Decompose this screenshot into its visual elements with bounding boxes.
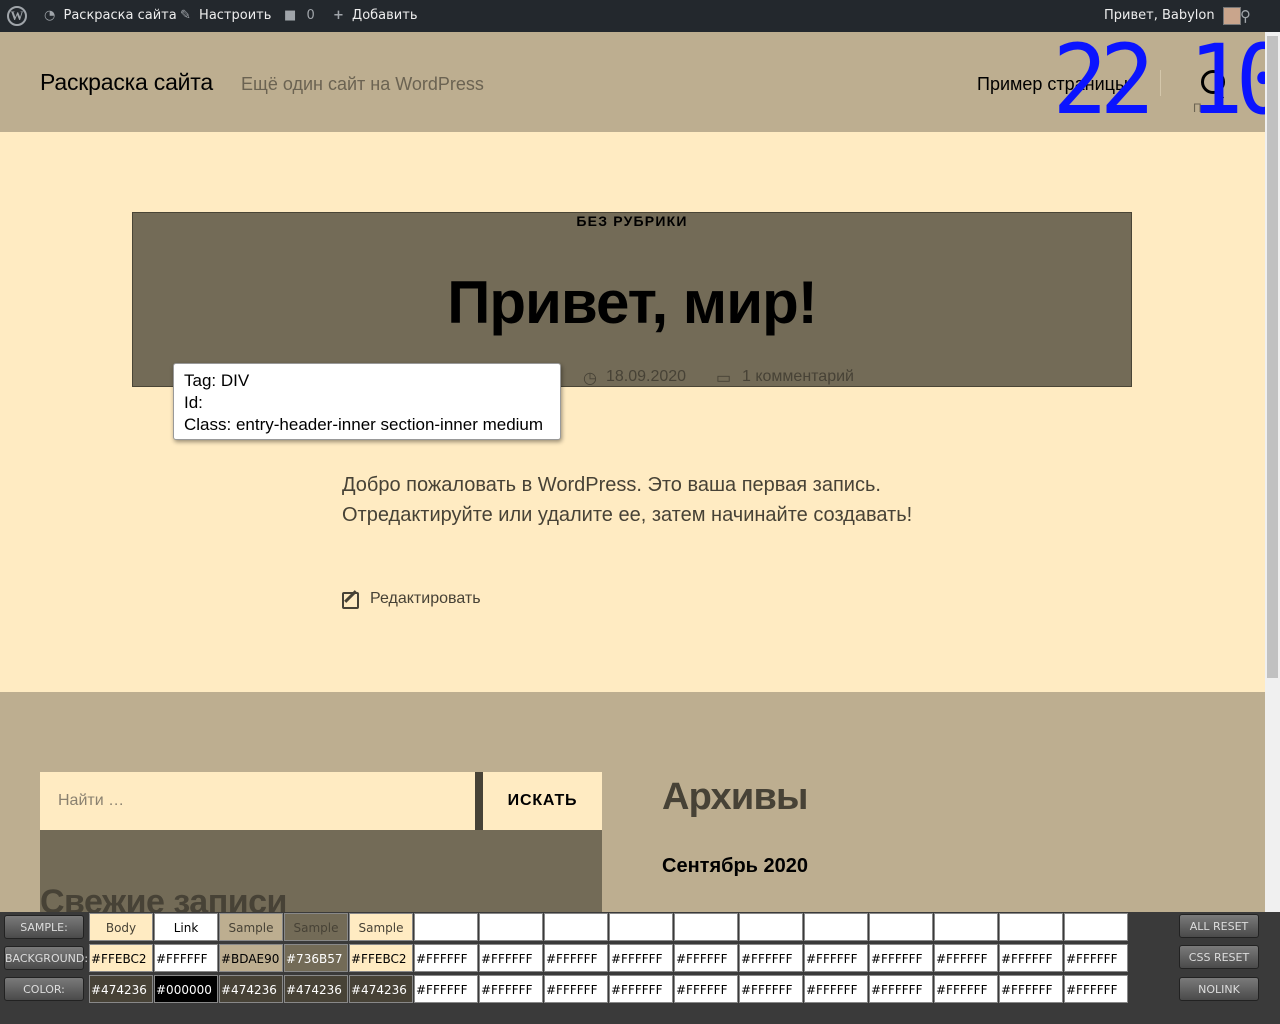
plus-icon: +: [333, 8, 344, 23]
sample-cell[interactable]: Sample: [739, 913, 803, 941]
comment-icon: ▭: [716, 370, 732, 387]
color-panel: SAMPLE: BACKGROUND: COLOR: Body #FFEBC2 #4…: [0, 912, 1280, 1024]
page-scrollbar[interactable]: [1265, 32, 1280, 912]
post-date[interactable]: 18.09.2020: [606, 368, 686, 386]
text-color-input[interactable]: #474236: [219, 975, 283, 1003]
dashboard-icon: ◔: [44, 8, 56, 23]
footer-search-form: Найти … ИСКАТЬ: [40, 772, 602, 830]
element-inspector-tooltip: Tag: DIV Id: Class: entry-header-inner s…: [173, 363, 561, 440]
footer-search-button[interactable]: ИСКАТЬ: [483, 772, 602, 830]
nolink-button[interactable]: NOLINK: [1179, 977, 1259, 1001]
admin-site-name[interactable]: ◔ Раскраска сайта: [44, 0, 177, 32]
css-reset-button[interactable]: CSS RESET: [1179, 945, 1259, 969]
sample-cell[interactable]: Sample: [479, 913, 543, 941]
footer-search-input[interactable]: Найти …: [40, 772, 475, 830]
edit-link-label: Редактировать: [370, 590, 481, 607]
sample-cell[interactable]: Sample: [414, 913, 478, 941]
text-color-input[interactable]: #474236: [89, 975, 153, 1003]
background-color-input[interactable]: #FFFFFF: [739, 944, 803, 972]
archives-title: Архивы: [662, 776, 808, 818]
sample-cell[interactable]: Sample: [219, 913, 283, 941]
admin-add-new[interactable]: + Добавить: [333, 0, 418, 32]
background-color-input[interactable]: #FFFFFF: [999, 944, 1063, 972]
text-color-input[interactable]: #FFFFFF: [869, 975, 933, 1003]
scrollbar-thumb[interactable]: [1267, 36, 1278, 678]
post-title[interactable]: Привет, мир!: [133, 268, 1131, 337]
text-color-input[interactable]: #FFFFFF: [999, 975, 1063, 1003]
all-reset-button[interactable]: ALL RESET: [1179, 914, 1259, 938]
sample-cell[interactable]: Sample: [674, 913, 738, 941]
background-color-input[interactable]: #FFFFFF: [869, 944, 933, 972]
admin-customize[interactable]: ✎ Настроить: [180, 0, 271, 32]
wordpress-logo-icon[interactable]: W: [7, 6, 27, 26]
background-color-input[interactable]: #FFFFFF: [544, 944, 608, 972]
text-color-input[interactable]: #474236: [284, 975, 348, 1003]
text-color-input[interactable]: #FFFFFF: [479, 975, 543, 1003]
entry-header: БЕЗ РУБРИКИ Привет, мир! ◷ 18.09.2020 ▭ …: [132, 212, 1132, 387]
edit-post-link[interactable]: Редактировать: [342, 590, 481, 609]
nav-divider: [1160, 70, 1161, 96]
post-category[interactable]: БЕЗ РУБРИКИ: [133, 213, 1131, 229]
row-label-color[interactable]: COLOR:: [4, 977, 84, 1001]
background-color-input[interactable]: #FFEBC2: [89, 944, 153, 972]
admin-comments[interactable]: ■ 0: [284, 0, 315, 32]
background-color-input[interactable]: #FFFFFF: [154, 944, 218, 972]
background-color-input[interactable]: #FFFFFF: [804, 944, 868, 972]
sample-cell[interactable]: Sample: [999, 913, 1063, 941]
text-color-input[interactable]: #FFFFFF: [804, 975, 868, 1003]
background-color-input[interactable]: #FFFFFF: [934, 944, 998, 972]
text-color-input[interactable]: #FFFFFF: [934, 975, 998, 1003]
text-color-input[interactable]: #FFFFFF: [1064, 975, 1128, 1003]
sample-cell[interactable]: Sample: [284, 913, 348, 941]
sample-cell[interactable]: Sample: [869, 913, 933, 941]
background-color-input[interactable]: #FFFFFF: [674, 944, 738, 972]
post-content: Добро пожаловать в WordPress. Это ваша п…: [342, 474, 913, 526]
sample-cell[interactable]: Sample: [349, 913, 413, 941]
site-header: Раскраска сайта Ещё один сайт на WordPre…: [0, 24, 1280, 136]
background-color-input[interactable]: #BDAE90: [219, 944, 283, 972]
post-comments-link[interactable]: 1 комментарий: [742, 368, 854, 386]
sample-cell[interactable]: Link: [154, 913, 218, 941]
sample-cell[interactable]: Sample: [609, 913, 673, 941]
comment-bubble-icon: ■: [284, 8, 297, 23]
brush-icon: ✎: [180, 8, 191, 23]
search-input-border: [475, 772, 483, 830]
site-title[interactable]: Раскраска сайта: [40, 69, 213, 96]
background-color-input[interactable]: #FFFFFF: [414, 944, 478, 972]
site-description: Ещё один сайт на WordPress: [241, 74, 484, 94]
post-date-icon: ◷: [583, 370, 597, 387]
text-color-input[interactable]: #FFFFFF: [739, 975, 803, 1003]
background-color-input[interactable]: #736B57: [284, 944, 348, 972]
sample-cell[interactable]: Sample: [934, 913, 998, 941]
row-label-sample[interactable]: SAMPLE:: [4, 915, 84, 939]
sample-cell[interactable]: Sample: [1064, 913, 1128, 941]
text-color-input[interactable]: #FFFFFF: [609, 975, 673, 1003]
sample-cell[interactable]: Body: [89, 913, 153, 941]
text-color-input[interactable]: #FFFFFF: [544, 975, 608, 1003]
sample-cell[interactable]: Sample: [804, 913, 868, 941]
tooltip-class: Class: entry-header-inner section-inner …: [184, 415, 544, 434]
text-color-input[interactable]: #000000: [154, 975, 218, 1003]
sample-cell[interactable]: Sample: [544, 913, 608, 941]
text-color-input[interactable]: #474236: [349, 975, 413, 1003]
text-color-input[interactable]: #FFFFFF: [414, 975, 478, 1003]
background-color-input[interactable]: #FFEBC2: [349, 944, 413, 972]
tooltip-id: Id:: [184, 393, 203, 412]
row-label-background[interactable]: BACKGROUND:: [4, 946, 88, 970]
clock-hours: 22: [1052, 24, 1154, 136]
archive-link[interactable]: Сентябрь 2020: [662, 855, 808, 878]
background-color-input[interactable]: #FFFFFF: [479, 944, 543, 972]
background-color-input[interactable]: #FFFFFF: [609, 944, 673, 972]
avatar: [1222, 6, 1241, 25]
background-color-input[interactable]: #FFFFFF: [1064, 944, 1128, 972]
tooltip-tag: Tag: DIV: [184, 371, 250, 390]
text-color-input[interactable]: #FFFFFF: [674, 975, 738, 1003]
